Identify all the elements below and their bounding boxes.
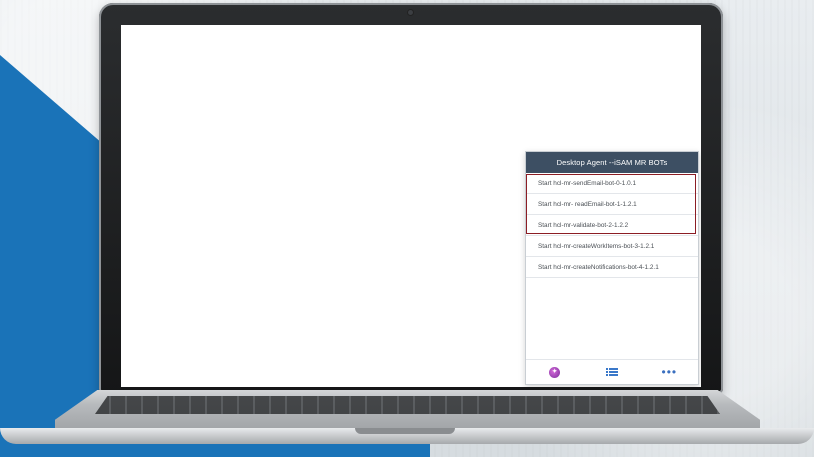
laptop-notch	[355, 428, 455, 434]
desktop-agent-window: Desktop Agent --iSAM MR BOTs Start hcl-m…	[525, 151, 699, 385]
bot-item-send-email[interactable]: Start hcl-mr-sendEmail-bot-0-1.0.1	[526, 173, 698, 194]
bot-list: Start hcl-mr-sendEmail-bot-0-1.0.1 Start…	[526, 173, 698, 278]
laptop-screen: Desktop Agent --iSAM MR BOTs Start hcl-m…	[121, 25, 701, 387]
app-logo-button[interactable]: ✦	[548, 365, 562, 379]
webcam-icon	[408, 10, 413, 15]
bot-item-create-workitems[interactable]: Start hcl-mr-createWorkItems-bot-3-1.2.1	[526, 236, 698, 257]
agent-title: Desktop Agent --iSAM MR BOTs	[556, 158, 668, 167]
laptop-lid: Desktop Agent --iSAM MR BOTs Start hcl-m…	[99, 3, 723, 393]
bot-item-validate[interactable]: Start hcl-mr-validate-bot-2-1.2.2	[526, 215, 698, 236]
list-icon	[605, 367, 618, 377]
more-button[interactable]: •••	[661, 365, 678, 379]
bot-item-read-email[interactable]: Start hcl-mr- readEmail-bot-1-1.2.1	[526, 194, 698, 215]
app-logo-icon: ✦	[549, 366, 561, 378]
agent-header: Desktop Agent --iSAM MR BOTs	[526, 152, 698, 173]
more-icon: •••	[661, 365, 678, 379]
list-button[interactable]	[605, 365, 619, 379]
agent-footer: ✦ •••	[526, 359, 698, 384]
laptop-keyboard	[95, 396, 720, 414]
bot-item-create-notifications[interactable]: Start hcl-mr-createNotifications-bot-4-1…	[526, 257, 698, 278]
